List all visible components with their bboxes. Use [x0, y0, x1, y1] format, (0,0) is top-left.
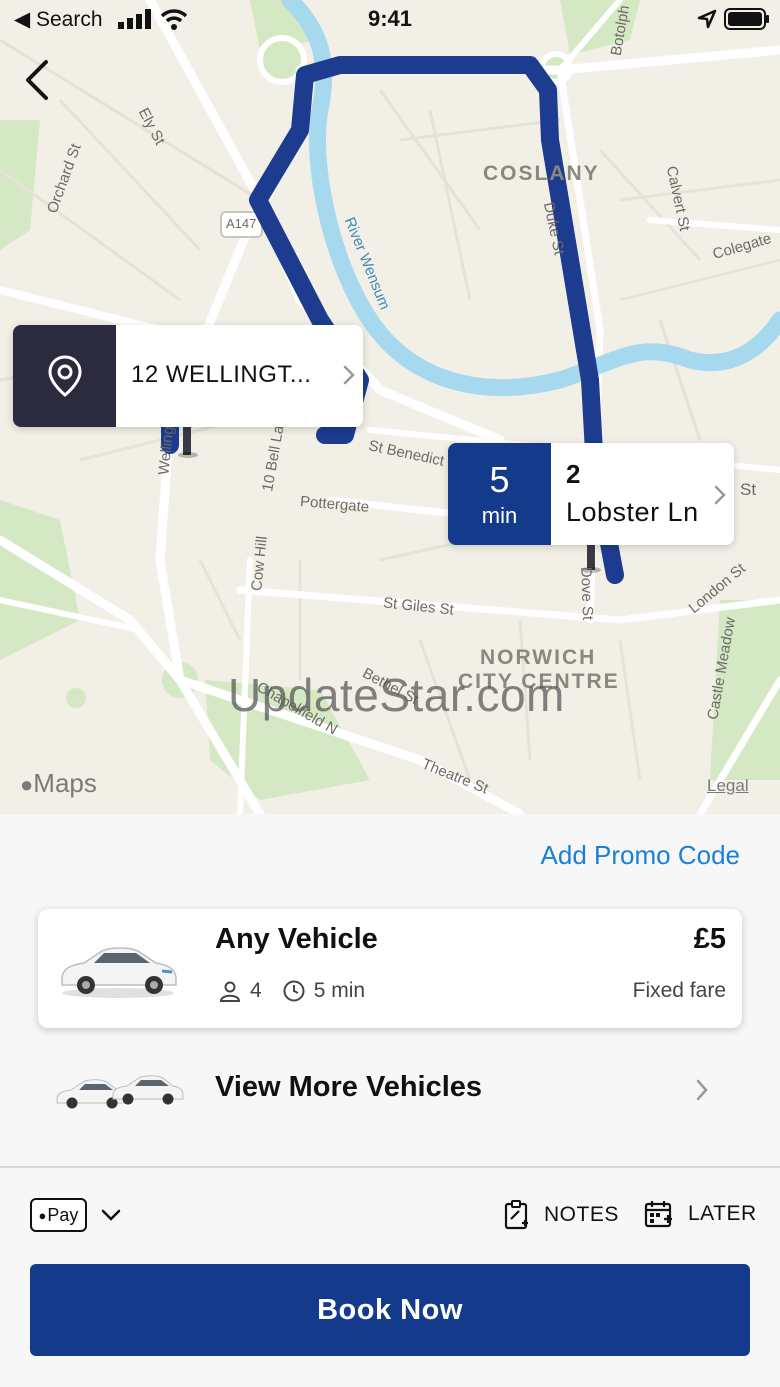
passenger-count: 4	[250, 979, 262, 1002]
view-more-vehicles-label: View More Vehicles	[215, 1071, 483, 1103]
calendar-icon	[644, 1201, 672, 1228]
status-time: 9:41	[367, 6, 413, 31]
payment-method-selector[interactable]: ● Pay	[30, 1198, 87, 1232]
dropoff-address-line1: 2	[566, 459, 581, 489]
chevron-right-icon	[696, 1079, 708, 1101]
vehicle-option-card[interactable]: Any Vehicle 4 5 min £5 Fixed fare	[38, 909, 742, 1028]
district-label: NORWICH	[480, 646, 597, 669]
later-button[interactable]: LATER	[644, 1199, 757, 1229]
map-view[interactable]: COSLANY NORWICH CITY CENTRE Ely St Orcha…	[0, 0, 780, 814]
vehicle-meta: 4 5 min	[218, 979, 365, 1003]
add-promo-code-link[interactable]: Add Promo Code	[541, 840, 740, 871]
pickup-pin-box	[13, 325, 116, 427]
book-now-button[interactable]: Book Now	[30, 1264, 750, 1356]
location-pin-icon	[47, 355, 82, 397]
cars-icon	[56, 1075, 184, 1109]
location-arrow-icon	[697, 9, 717, 33]
battery-icon	[724, 8, 770, 34]
vehicle-price: £5	[693, 923, 726, 955]
eta-box: 5 min	[448, 443, 551, 545]
clock-icon	[283, 980, 305, 1002]
eta-unit: min	[481, 503, 518, 528]
fare-type: Fixed fare	[632, 979, 726, 1002]
notes-button[interactable]: NOTES	[504, 1199, 619, 1231]
maps-logo-text: Maps	[33, 768, 97, 798]
street-label: Dove St	[577, 566, 597, 621]
notes-label: NOTES	[544, 1203, 619, 1226]
dropoff-callout[interactable]: 5 min 2 Lobster Ln	[448, 443, 734, 545]
car-icon	[61, 947, 177, 998]
payment-label: Pay	[47, 1204, 79, 1225]
later-label: LATER	[688, 1202, 757, 1225]
eta-value: 5	[489, 459, 510, 500]
person-icon	[219, 981, 241, 1002]
back-button[interactable]	[18, 56, 58, 106]
apple-logo-icon: ●	[38, 1207, 47, 1223]
status-bar: ◀ Search 9:41	[0, 0, 780, 40]
notes-icon	[504, 1200, 528, 1230]
street-label: St	[740, 480, 757, 499]
apple-logo-icon: ●	[20, 772, 34, 797]
chevron-right-icon	[714, 485, 726, 505]
divider	[0, 1166, 780, 1168]
pickup-address: 12 WELLINGT...	[131, 361, 312, 388]
vehicle-eta: 5 min	[313, 979, 366, 1002]
pickup-callout[interactable]: 12 WELLINGT...	[13, 325, 363, 427]
vehicle-name: Any Vehicle	[215, 923, 378, 955]
maps-logo: ●Maps	[20, 768, 97, 799]
watermark: UpdateStar.com	[228, 669, 565, 721]
dropoff-address-line2: Lobster Ln	[566, 497, 699, 527]
road-shield-label: A147	[226, 216, 257, 231]
legal-link[interactable]: Legal	[707, 776, 749, 796]
chevron-left-icon	[26, 60, 48, 100]
chevron-right-icon	[343, 365, 355, 385]
chevron-down-icon[interactable]	[100, 1204, 122, 1226]
district-label: COSLANY	[483, 162, 600, 185]
view-more-vehicles-row[interactable]: View More Vehicles	[0, 1055, 780, 1125]
